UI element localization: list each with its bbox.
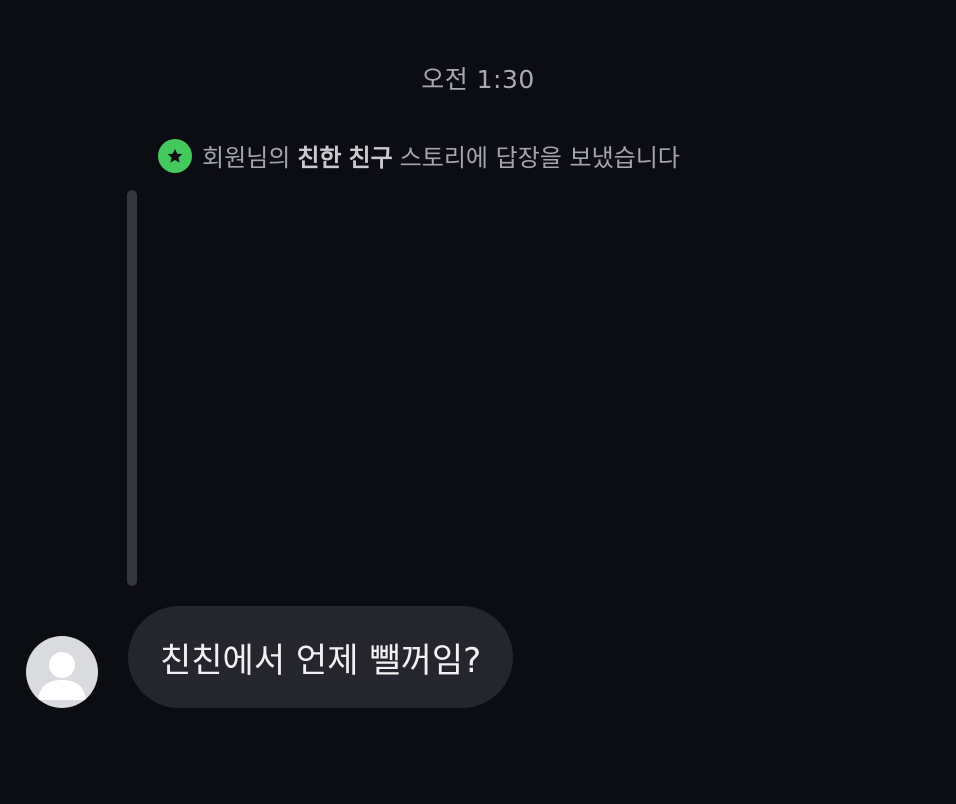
notice-prefix: 회원님의 — [202, 144, 291, 172]
close-friends-badge — [158, 138, 192, 173]
notice-close-friends-word-1: 친한 — [297, 144, 342, 172]
story-reply-notice: 회원님의 친한 친구 스토리에 답장을 보냈습니다 — [158, 138, 680, 173]
message-text: 친친에서 언제 뺄꺼임? — [160, 640, 482, 681]
notice-suffix: 스토리에 답장을 보냈습니다 — [399, 144, 680, 172]
default-user-icon — [38, 652, 86, 700]
sender-avatar[interactable] — [26, 636, 98, 708]
star-icon — [167, 148, 183, 163]
notice-close-friends-word-2: 친구 — [348, 144, 393, 172]
chat-timestamp: 오전 1:30 — [421, 65, 535, 94]
story-reply-quote-bar — [127, 190, 137, 586]
message-bubble[interactable]: 친친에서 언제 뺄꺼임? — [128, 606, 514, 708]
